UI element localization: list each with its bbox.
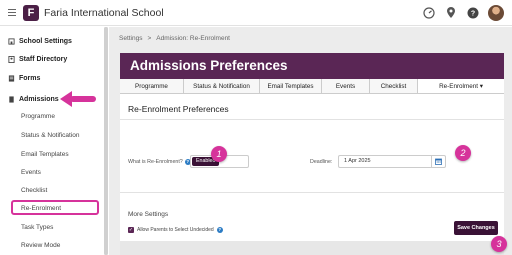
sidebar-item-school-settings[interactable]: School Settings [8, 38, 72, 45]
top-icons: ? [422, 5, 504, 21]
breadcrumb-root[interactable]: Settings [119, 35, 143, 42]
allow-undecided-checkbox[interactable]: ✓ [128, 227, 134, 233]
calendar-button[interactable] [431, 156, 445, 167]
sidebar-subitem-programme[interactable]: Programme [21, 113, 55, 120]
section-divider [120, 119, 504, 120]
sidebar-item-label: Forms [19, 75, 41, 82]
allow-undecided-label: Allow Parents to Select Undecided [137, 227, 214, 233]
location-pin-icon[interactable] [444, 6, 458, 20]
tab-checklist[interactable]: Checklist [370, 79, 418, 93]
menu-icon[interactable] [8, 9, 16, 17]
re-enrolment-highlight [11, 200, 99, 215]
breadcrumb-separator: > [147, 35, 152, 42]
sidebar-item-forms[interactable]: Forms [8, 75, 40, 82]
step-marker-1: 1 [211, 146, 227, 162]
tab-programme[interactable]: Programme [120, 79, 184, 93]
sidebar-scroll-thumb[interactable] [104, 27, 108, 255]
forms-icon [8, 75, 15, 82]
card-footer [120, 241, 504, 255]
deadline-label: Deadline: [310, 159, 333, 165]
tab-events[interactable]: Events [322, 79, 370, 93]
reenrol-label-text: What is Re-Enrolment? [128, 159, 183, 165]
tab-re-enrolment[interactable]: Re-Enrolment ▾ [418, 79, 504, 93]
section-title: Re-Enrolment Preferences [128, 104, 229, 114]
save-changes-button[interactable]: Save Changes [454, 221, 498, 235]
tab-email-templates[interactable]: Email Templates [260, 79, 322, 93]
more-divider [120, 192, 504, 193]
page-title: Admissions Preferences [120, 53, 504, 79]
sidebar-subitem-events[interactable]: Events [21, 169, 41, 176]
school-name: Faria International School [44, 7, 164, 19]
sidebar-item-admissions[interactable]: Admissions [8, 96, 59, 103]
sidebar-item-label: School Settings [19, 38, 72, 45]
breadcrumb-current: Admission: Re-Enrolment [156, 35, 230, 42]
dashboard-icon[interactable] [422, 6, 436, 20]
school-logo[interactable]: F [23, 5, 39, 21]
sidebar-subitem-task-types[interactable]: Task Types [21, 224, 53, 231]
reenrol-field-label: What is Re-Enrolment? ? [128, 159, 191, 165]
top-bar: F Faria International School ? [0, 0, 512, 26]
admissions-icon [9, 96, 14, 103]
deadline-value: 1 Apr 2025 [344, 158, 371, 164]
sidebar-subitem-email-templates[interactable]: Email Templates [21, 151, 69, 158]
calendar-icon [435, 158, 442, 165]
sidebar-item-label: Admissions [19, 96, 59, 103]
step-marker-2: 2 [455, 145, 471, 161]
sidebar-subitem-status-notification[interactable]: Status & Notification [21, 132, 80, 139]
sidebar-subitem-review-mode[interactable]: Review Mode [21, 242, 60, 249]
preferences-card: Admissions Preferences Programme Status … [120, 53, 504, 255]
sidebar-scrollbar[interactable] [104, 27, 108, 255]
user-avatar[interactable] [488, 5, 504, 21]
sidebar: School Settings Staff Directory Forms Ad… [0, 27, 106, 255]
tab-status-notification[interactable]: Status & Notification [184, 79, 260, 93]
svg-text:?: ? [471, 11, 475, 18]
sidebar-subitem-checklist[interactable]: Checklist [21, 187, 47, 194]
sidebar-item-staff-directory[interactable]: Staff Directory [8, 56, 67, 63]
more-settings-title: More Settings [128, 211, 169, 218]
breadcrumb: Settings > Admission: Re-Enrolment [119, 35, 230, 42]
deadline-date-field[interactable]: 1 Apr 2025 [338, 155, 446, 168]
step-marker-3: 3 [491, 236, 507, 252]
info-icon[interactable]: ? [216, 227, 223, 233]
directory-icon [8, 56, 15, 63]
allow-undecided-row: ✓ Allow Parents to Select Undecided ? [128, 227, 223, 233]
main-content: Settings > Admission: Re-Enrolment Admis… [109, 27, 512, 255]
help-icon[interactable]: ? [466, 6, 480, 20]
tab-bar: Programme Status & Notification Email Te… [120, 79, 504, 94]
admissions-arrow-icon [60, 91, 96, 107]
sidebar-item-label: Staff Directory [19, 56, 68, 63]
school-icon [8, 38, 15, 45]
